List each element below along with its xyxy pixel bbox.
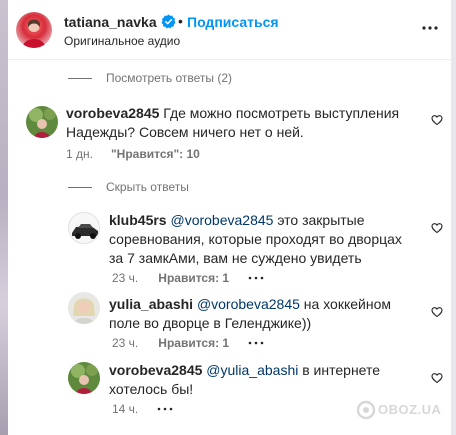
reply-meta: 14 ч. — [112, 402, 174, 416]
reply-avatar[interactable] — [68, 212, 100, 244]
reply-likes[interactable]: Нравится: 1 — [158, 271, 229, 285]
more-options-icon[interactable] — [418, 16, 442, 40]
reply-mention[interactable]: @vorobeva2845 — [197, 296, 300, 312]
divider-line — [68, 186, 92, 188]
reply-meta: 23 ч. Нравится: 1 — [112, 336, 265, 350]
reply-username[interactable]: yulia_abashi — [109, 296, 193, 312]
reply-options-icon[interactable] — [247, 338, 265, 348]
comment-text: vorobeva2845 Где можно посмотреть выступ… — [66, 104, 416, 142]
separator-dot: • — [178, 13, 183, 29]
view-replies-button[interactable]: Посмотреть ответы (2) — [68, 71, 232, 85]
hide-replies-button[interactable]: Скрыть ответы — [68, 180, 189, 194]
audio-label[interactable]: Оригинальное аудио — [64, 34, 180, 48]
post-header: tatiana_navka • Подписаться Оригинальное… — [8, 0, 451, 60]
subscribe-button[interactable]: Подписаться — [187, 14, 279, 30]
comment-meta: 1 дн. "Нравится": 10 — [66, 147, 200, 161]
background-strip-left — [0, 0, 8, 435]
reply-options-icon[interactable] — [247, 273, 265, 283]
reply-text: klub45rs @vorobeva2845 это закрытые соре… — [109, 211, 419, 268]
comments-panel: tatiana_navka • Подписаться Оригинальное… — [8, 0, 451, 435]
divider-line — [68, 77, 92, 79]
background-strip-right — [451, 0, 456, 435]
watermark-logo-icon — [356, 400, 376, 420]
reply-mention[interactable]: @vorobeva2845 — [170, 212, 273, 228]
view-replies-label: Посмотреть ответы (2) — [106, 71, 233, 85]
reply-time[interactable]: 23 ч. — [112, 336, 138, 350]
heart-icon[interactable] — [431, 222, 443, 234]
reply-text: yulia_abashi @vorobeva2845 на хоккейном … — [109, 295, 419, 333]
reply-avatar[interactable] — [68, 292, 100, 324]
author-username[interactable]: tatiana_navka — [64, 14, 157, 30]
reply-mention[interactable]: @yulia_abashi — [206, 362, 298, 378]
verified-badge-icon — [161, 14, 176, 29]
heart-icon[interactable] — [431, 114, 443, 126]
reply-options-icon[interactable] — [156, 404, 174, 414]
heart-icon[interactable] — [431, 372, 443, 384]
reply-time[interactable]: 23 ч. — [112, 271, 138, 285]
reply-likes[interactable]: Нравится: 1 — [158, 336, 229, 350]
author-avatar[interactable] — [16, 12, 52, 48]
watermark: OBOZ.UA — [356, 395, 446, 425]
comment-time[interactable]: 1 дн. — [66, 147, 93, 161]
heart-icon[interactable] — [431, 306, 443, 318]
reply-time[interactable]: 14 ч. — [112, 402, 138, 416]
reply-meta: 23 ч. Нравится: 1 — [112, 271, 265, 285]
comment-likes[interactable]: "Нравится": 10 — [111, 147, 200, 161]
hide-replies-label: Скрыть ответы — [106, 180, 189, 194]
reply-username[interactable]: vorobeva2845 — [109, 362, 202, 378]
watermark-text: OBOZ.UA — [378, 402, 442, 417]
reply-avatar[interactable] — [68, 362, 100, 394]
comment-username[interactable]: vorobeva2845 — [66, 105, 159, 121]
reply-text: vorobeva2845 @yulia_abashi в интернете х… — [109, 361, 419, 399]
reply-username[interactable]: klub45rs — [109, 212, 167, 228]
commenter-avatar[interactable] — [26, 106, 58, 138]
